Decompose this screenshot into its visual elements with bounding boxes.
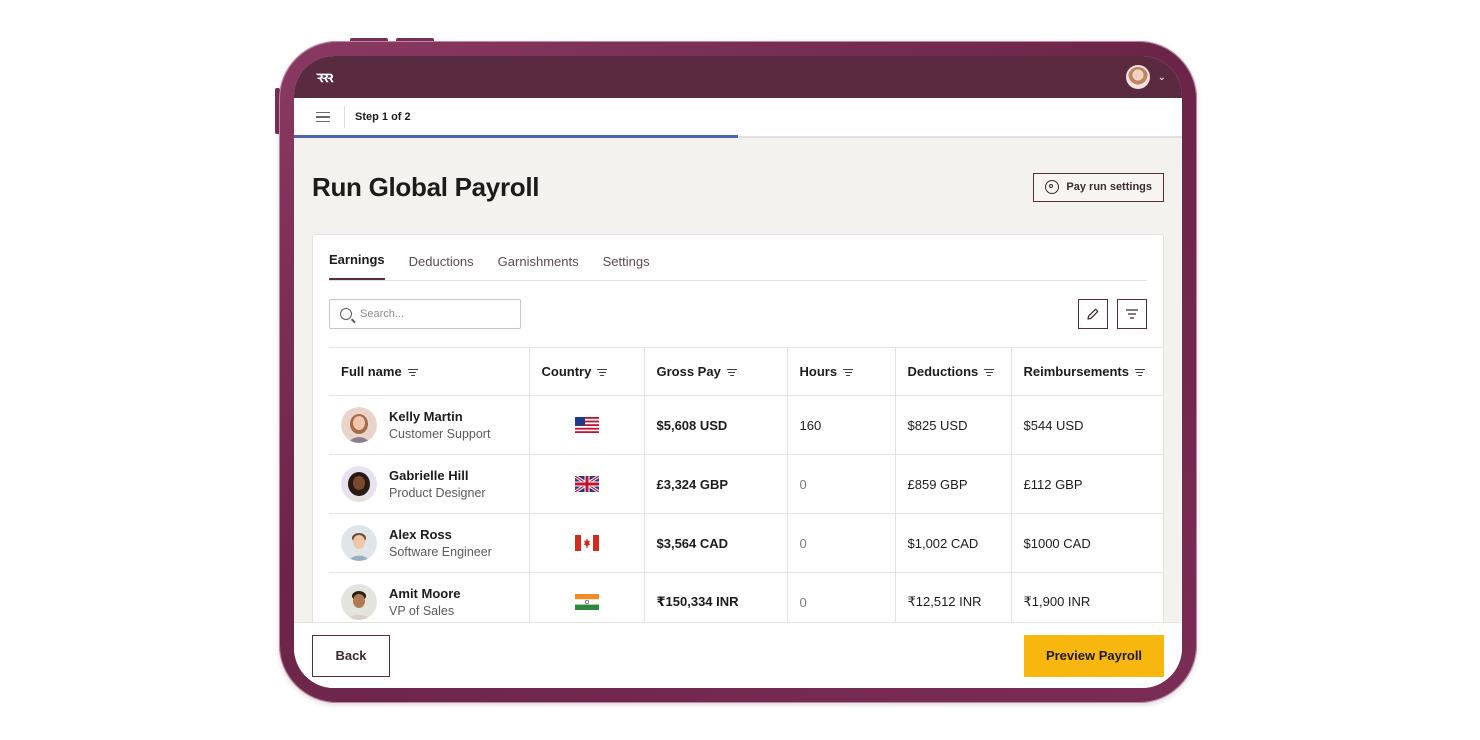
column-header-hours[interactable]: Hours: [786, 347, 895, 396]
account-menu[interactable]: ⌄: [1125, 65, 1166, 89]
employee-name: Kelly Martin: [389, 409, 463, 424]
deductions-cell: $1,002 CAD: [894, 513, 1011, 573]
column-label: Full name: [341, 364, 402, 379]
search-input[interactable]: [360, 308, 510, 320]
employee-cell: Alex Ross Software Engineer: [341, 525, 529, 561]
avatar: [341, 466, 377, 502]
sort-icon[interactable]: [1134, 367, 1145, 379]
reimbursements-cell: $544 USD: [1010, 395, 1163, 455]
avatar: [341, 584, 377, 620]
pay-run-settings-label: Pay run settings: [1066, 181, 1152, 193]
table-row[interactable]: Gabrielle Hill Product Designer £3,324 GB…: [329, 454, 1163, 514]
sort-icon[interactable]: [407, 367, 418, 379]
column-label: Gross Pay: [656, 364, 721, 379]
payroll-card: Earnings Deductions Garnishments Setting…: [312, 234, 1164, 654]
table-row[interactable]: Alex Ross Software Engineer $3,564 CAD 0 …: [329, 513, 1163, 573]
employee-role: Customer Support: [389, 427, 491, 441]
sort-icon[interactable]: [984, 367, 995, 379]
table-header-row: Full name Country Gross Pay Hours Deduct…: [329, 347, 1163, 396]
preview-payroll-button[interactable]: Preview Payroll: [1024, 634, 1164, 677]
employee-role: Software Engineer: [389, 545, 492, 559]
column-label: Hours: [799, 364, 838, 379]
column-header-deductions[interactable]: Deductions: [894, 347, 1011, 396]
avatar: [341, 407, 377, 443]
employee-role: VP of Sales: [389, 604, 455, 618]
reimbursements-cell: £112 GBP: [1010, 454, 1163, 514]
gear-icon: [1045, 180, 1060, 194]
employee-cell: Kelly Martin Customer Support: [341, 407, 529, 443]
chevron-down-icon[interactable]: ⌄: [1158, 72, 1166, 83]
column-header-full-name[interactable]: Full name: [329, 347, 529, 396]
column-label: Deductions: [907, 364, 979, 379]
column-header-reimbursements[interactable]: Reimbursements: [1010, 347, 1163, 396]
employee-name: Amit Moore: [389, 586, 461, 601]
gross-pay-cell: £3,324 GBP: [643, 454, 787, 514]
filter-button[interactable]: [1117, 299, 1147, 329]
uk-flag-icon: [574, 476, 599, 493]
menu-icon[interactable]: [316, 111, 330, 123]
deductions-cell: $825 USD: [894, 395, 1011, 455]
india-flag-icon: [574, 594, 599, 611]
column-label: Country: [541, 364, 592, 379]
employee-name: Gabrielle Hill: [389, 468, 469, 483]
us-flag-icon: [574, 417, 599, 434]
main-content: Run Global Payroll Pay run settings Earn…: [294, 138, 1182, 654]
employee-cell: Gabrielle Hill Product Designer: [341, 466, 529, 502]
pencil-icon: [1087, 308, 1099, 320]
app-screen: ꝛꝛꝛ ⌄ Step 1 of 2 Run Global Payroll Pay…: [294, 56, 1182, 688]
footer-bar: Back Preview Payroll: [294, 622, 1182, 688]
reimbursements-cell: $1000 CAD: [1010, 513, 1163, 573]
step-bar: Step 1 of 2: [294, 98, 1182, 138]
payroll-table: Full name Country Gross Pay Hours Deduct…: [329, 347, 1163, 632]
tab-bar: Earnings Deductions Garnishments Setting…: [329, 235, 1147, 281]
tab-earnings[interactable]: Earnings: [329, 252, 385, 280]
table-toolbar: [329, 299, 1147, 329]
hours-cell: 160: [786, 395, 895, 455]
edit-button[interactable]: [1078, 299, 1108, 329]
pay-run-settings-button[interactable]: Pay run settings: [1033, 172, 1164, 202]
search-icon: [340, 308, 352, 320]
gross-pay-cell: $5,608 USD: [643, 395, 787, 455]
employee-cell: Amit Moore VP of Sales: [341, 584, 529, 620]
tab-settings[interactable]: Settings: [591, 254, 662, 280]
canada-flag-icon: [574, 535, 599, 552]
gross-pay-cell: $3,564 CAD: [643, 513, 787, 573]
employee-name: Alex Ross: [389, 527, 452, 542]
sort-icon[interactable]: [726, 367, 737, 379]
page-title: Run Global Payroll: [312, 171, 540, 202]
sort-icon[interactable]: [597, 367, 608, 379]
sort-icon[interactable]: [843, 367, 854, 379]
filter-icon: [1126, 309, 1138, 319]
hours-cell: 0: [786, 513, 895, 573]
column-label: Reimbursements: [1023, 364, 1129, 379]
app-header: ꝛꝛꝛ ⌄: [294, 56, 1182, 98]
search-box[interactable]: [329, 299, 521, 329]
table-actions: [1078, 299, 1147, 329]
divider: [344, 106, 345, 128]
back-button[interactable]: Back: [312, 634, 390, 677]
page-header: Run Global Payroll Pay run settings: [312, 138, 1164, 234]
column-header-gross-pay[interactable]: Gross Pay: [643, 347, 787, 396]
employee-role: Product Designer: [389, 486, 486, 500]
deductions-cell: £859 GBP: [894, 454, 1011, 514]
tab-deductions[interactable]: Deductions: [397, 254, 486, 280]
table-row[interactable]: Kelly Martin Customer Support $5,608 USD …: [329, 395, 1163, 455]
step-indicator: Step 1 of 2: [355, 111, 411, 123]
avatar: [341, 525, 377, 561]
user-avatar[interactable]: [1125, 65, 1150, 89]
tab-garnishments[interactable]: Garnishments: [486, 254, 591, 280]
hours-cell: 0: [786, 454, 895, 514]
app-logo[interactable]: ꝛꝛꝛ: [316, 67, 333, 87]
column-header-country[interactable]: Country: [528, 347, 644, 396]
